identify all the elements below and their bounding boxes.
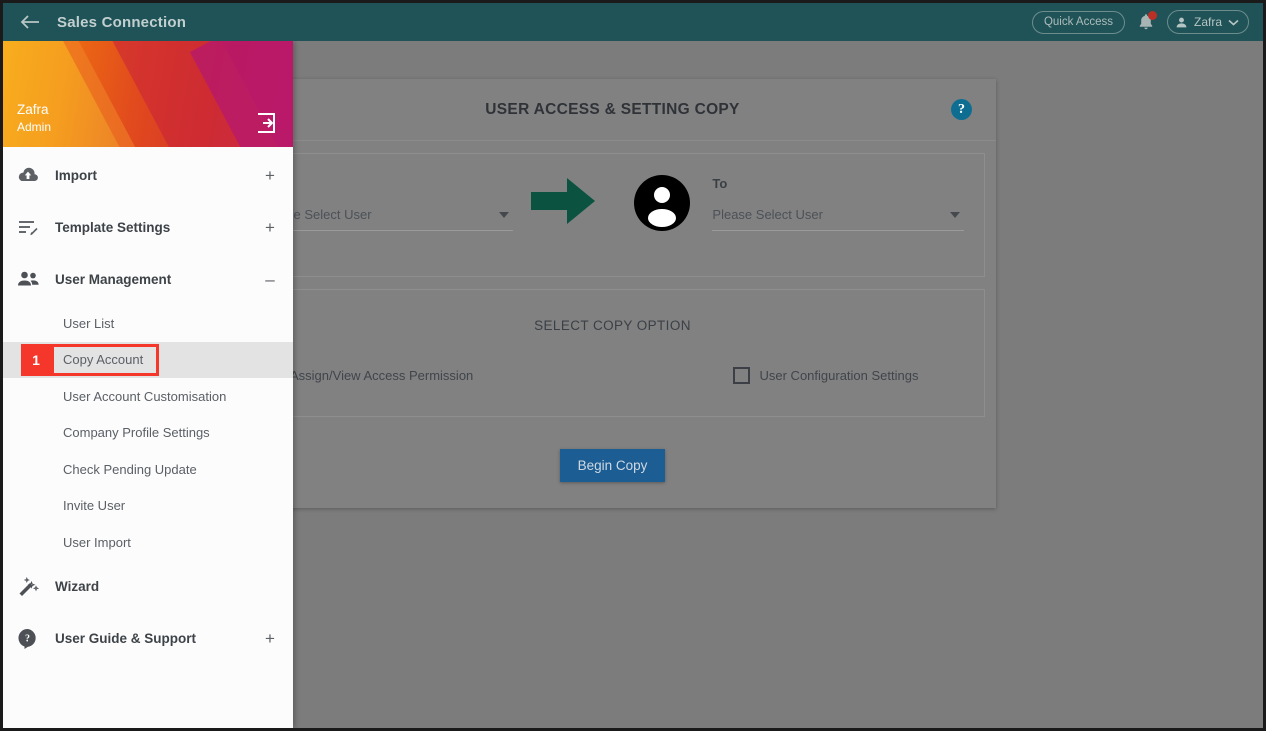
sidebar-item-label: Template Settings	[55, 219, 171, 235]
option-user-configuration-settings[interactable]: User Configuration Settings	[613, 367, 965, 384]
sidebar-subitem-label: Company Profile Settings	[63, 425, 210, 441]
sidebar-subitem-label: User Account Customisation	[63, 388, 227, 404]
from-label: From	[261, 176, 513, 191]
sidebar-subitem-label: Check Pending Update	[63, 461, 197, 477]
notification-bell-icon[interactable]	[1135, 10, 1157, 34]
sidebar-item-label: User Guide & Support	[55, 631, 197, 646]
sidebar-item-user-guide-support[interactable]: ? User Guide & Support +	[3, 613, 293, 665]
quick-access-button[interactable]: Quick Access	[1031, 10, 1125, 34]
sidebar-subitem-label: Copy Account	[63, 352, 144, 368]
user-avatar-icon	[1176, 17, 1187, 27]
person-avatar-icon	[613, 172, 713, 232]
template-edit-icon	[17, 218, 47, 236]
sidebar-item-label: Wizard	[55, 579, 100, 594]
card-header: USER ACCESS & SETTING COPY ?	[229, 79, 996, 141]
sidebar-user-name: Zafra	[17, 101, 49, 117]
sidebar-subitem-label: Invite User	[63, 498, 126, 514]
begin-copy-button[interactable]: Begin Copy	[559, 449, 666, 482]
user-menu-label: Zafra	[1193, 15, 1222, 29]
user-transfer-panel: From Please Select User	[240, 153, 985, 277]
option-label: User Configuration Settings	[759, 368, 919, 383]
collapse-toggle-icon[interactable]: –	[263, 271, 277, 288]
sidebar-item-import[interactable]: Import +	[3, 149, 293, 201]
card-title: USER ACCESS & SETTING COPY	[485, 100, 740, 118]
sidebar-item-label: Import	[55, 167, 97, 183]
from-field-block: From Please Select User	[261, 172, 513, 231]
help-circle-icon: ?	[17, 628, 47, 650]
sidebar-item-user-management[interactable]: User Management –	[3, 253, 293, 305]
sidebar-subitem-user-list[interactable]: User List	[3, 305, 293, 342]
to-field-block: To Please Select User	[712, 172, 964, 231]
sidebar-subitem-check-pending-update[interactable]: Check Pending Update	[3, 451, 293, 488]
annotation-step-number: 1	[21, 343, 51, 376]
caret-down-icon	[498, 211, 509, 218]
caret-down-icon	[950, 211, 960, 218]
to-user-value: Please Select User	[712, 207, 823, 222]
sidebar-subitem-label: User List	[63, 315, 115, 331]
sidebar-item-wizard[interactable]: Wizard	[3, 561, 293, 613]
checkbox-icon[interactable]	[732, 367, 750, 384]
user-menu-button[interactable]: Zafra	[1166, 10, 1249, 34]
notification-badge-dot	[1147, 11, 1157, 20]
sidebar-subitem-label: User Import	[63, 534, 131, 550]
to-label: To	[712, 176, 728, 191]
select-copy-option-title: SELECT COPY OPTION	[534, 318, 691, 333]
expand-toggle-icon[interactable]: +	[263, 167, 277, 184]
transfer-row: From Please Select User	[261, 172, 964, 258]
cloud-upload-icon	[17, 167, 47, 184]
sidebar-subitem-copy-account[interactable]: Copy Account 1	[3, 341, 293, 378]
chevron-down-icon	[1228, 19, 1239, 26]
expand-toggle-icon[interactable]: +	[263, 219, 277, 236]
user-access-setting-copy-card: USER ACCESS & SETTING COPY ? From Please…	[229, 79, 996, 508]
navigation-sidebar: Zafra Admin Import + Template Settings +…	[3, 41, 293, 728]
card-actions: Begin Copy	[229, 429, 996, 508]
from-user-select[interactable]: Please Select User	[261, 207, 513, 231]
option-assign-view-access-permission[interactable]: Assign/View Access Permission	[261, 367, 613, 384]
copy-options-panel: SELECT COPY OPTION Assign/View Access Pe…	[240, 289, 985, 417]
sidebar-item-template-settings[interactable]: Template Settings +	[3, 201, 293, 253]
page-title: Sales Connection	[57, 13, 187, 31]
top-app-bar: Sales Connection Quick Access Zafra	[3, 3, 1263, 41]
right-arrow-icon	[513, 172, 613, 224]
sidebar-menu: Import + Template Settings + User Manage…	[3, 147, 293, 665]
sidebar-user-role: Admin	[17, 119, 52, 134]
sidebar-item-label: User Management	[55, 271, 172, 287]
to-user-select[interactable]: Please Select User	[712, 207, 964, 231]
logout-icon[interactable]	[255, 112, 277, 134]
topbar-actions: Quick Access Zafra	[1031, 10, 1249, 34]
sidebar-subitem-user-account-customisation[interactable]: User Account Customisation	[3, 378, 293, 415]
user-management-submenu: User List Copy Account 1 User Account Cu…	[3, 305, 293, 561]
users-group-icon	[17, 271, 47, 287]
sidebar-subitem-company-profile-settings[interactable]: Company Profile Settings	[3, 415, 293, 452]
magic-wand-icon	[17, 576, 47, 597]
copy-option-list: Assign/View Access Permission User Confi…	[261, 367, 964, 398]
help-question-icon[interactable]: ?	[951, 99, 972, 120]
sidebar-user-info: Zafra Admin	[17, 101, 51, 135]
svg-text:?: ?	[25, 633, 30, 644]
sidebar-profile-header: Zafra Admin	[3, 41, 293, 147]
app-window: Sales Connection Quick Access Zafra USER…	[0, 0, 1266, 731]
sidebar-subitem-invite-user[interactable]: Invite User	[3, 488, 293, 525]
back-arrow-icon[interactable]	[17, 9, 43, 35]
expand-toggle-icon[interactable]: +	[263, 630, 277, 647]
sidebar-subitem-user-import[interactable]: User Import	[3, 524, 293, 561]
option-label: Assign/View Access Permission	[290, 368, 474, 383]
